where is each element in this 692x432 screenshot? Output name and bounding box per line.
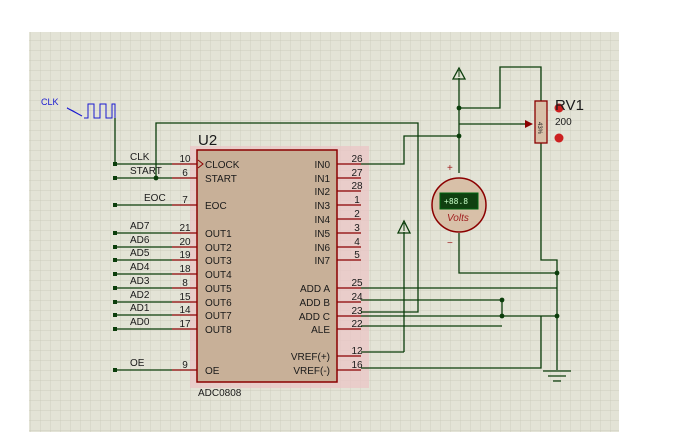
pin-number: 14	[179, 305, 191, 316]
pin-name: OUT4	[205, 270, 232, 281]
pin-name: OUT7	[205, 311, 232, 322]
net-label-oe: OE	[130, 358, 145, 369]
pin-name: EOC	[205, 201, 227, 212]
schematic-canvas: U2 ADC0808 CLOCK10START6EOC7OUT121OUT220…	[29, 32, 619, 432]
pin-number: 1	[354, 195, 360, 206]
pin-number: 22	[351, 319, 363, 330]
pot-decrease-button[interactable]	[554, 133, 564, 143]
pot-wiper-percent: 43%	[536, 122, 542, 135]
voltmeter-plus-sign: +	[447, 163, 453, 174]
voltmeter-unit: Volts	[447, 213, 469, 224]
pin-name: IN2	[314, 187, 330, 198]
net-label-ad3: AD3	[130, 276, 150, 287]
pin-name: OUT3	[205, 256, 232, 267]
pin-name: OUT1	[205, 229, 232, 240]
pin-name: ADD C	[299, 312, 330, 323]
pin-number: 7	[182, 195, 188, 206]
pin-number: 10	[179, 154, 191, 165]
net-label-ad6: AD6	[130, 235, 150, 246]
pin-name: IN0	[314, 160, 330, 171]
pin-number: 19	[179, 250, 191, 261]
net-terminal	[113, 272, 117, 276]
pin-number: 24	[351, 292, 363, 303]
net-terminal	[113, 327, 117, 331]
net-label-clk: CLK	[130, 152, 150, 163]
junction-dot	[456, 105, 462, 111]
pin-name: IN6	[314, 243, 330, 254]
net-terminal	[113, 176, 117, 180]
pin-name: OUT6	[205, 298, 232, 309]
net-label-ad5: AD5	[130, 248, 150, 259]
junction-dot	[153, 175, 159, 181]
pin-number: 9	[182, 360, 188, 371]
pin-name: VREF(+)	[291, 352, 330, 363]
net-label-start: START	[130, 166, 162, 177]
net-label-ad4: AD4	[130, 262, 150, 273]
net-terminal	[113, 203, 117, 207]
pin-number: 8	[182, 278, 188, 289]
net-label-eoc: EOC	[144, 193, 166, 204]
pin-number: 6	[182, 168, 188, 179]
pin-number: 2	[354, 209, 360, 220]
pin-name: ADD A	[300, 284, 330, 295]
pin-name: ALE	[311, 325, 330, 336]
net-terminal	[113, 286, 117, 290]
pin-name: OUT2	[205, 243, 232, 254]
pin-name: START	[205, 174, 237, 185]
net-label-ad2: AD2	[130, 290, 150, 301]
net-label-ad0: AD0	[130, 317, 150, 328]
clock-source-label: CLK	[41, 97, 59, 107]
pin-name: ADD B	[299, 298, 330, 309]
pin-name: IN4	[314, 215, 330, 226]
junction-dot	[554, 270, 560, 276]
net-terminal	[113, 300, 117, 304]
voltmeter-minus-sign: −	[447, 238, 453, 249]
pin-number: 18	[179, 264, 191, 275]
pin-number: 15	[179, 292, 191, 303]
pin-number: 17	[179, 319, 191, 330]
pin-name: IN5	[314, 229, 330, 240]
pin-number: 4	[354, 237, 360, 248]
pin-number: 20	[179, 237, 191, 248]
pot-value-label: 200	[555, 117, 572, 128]
voltmeter-reading: +88.8	[444, 197, 468, 206]
pin-name: OUT5	[205, 284, 232, 295]
pin-number: 3	[354, 223, 360, 234]
junction-dot	[499, 313, 505, 319]
pin-name: IN3	[314, 201, 330, 212]
chip-ref-label: U2	[198, 132, 217, 149]
pin-name: OUT8	[205, 325, 232, 336]
net-terminal	[113, 231, 117, 235]
pin-name: IN1	[314, 174, 330, 185]
net-terminal	[113, 313, 117, 317]
pin-number: 21	[179, 223, 191, 234]
pin-name: IN7	[314, 256, 330, 267]
pin-number: 28	[351, 181, 363, 192]
pin-number: 27	[351, 168, 363, 179]
junction-dot	[499, 297, 505, 303]
chip-part-label: ADC0808	[198, 388, 242, 399]
pin-name: OE	[205, 366, 220, 377]
net-label-ad7: AD7	[130, 221, 150, 232]
pin-name: VREF(-)	[293, 366, 330, 377]
pin-number: 16	[351, 360, 363, 371]
pin-number: 5	[354, 250, 360, 261]
net-terminal	[113, 245, 117, 249]
junction-dot	[456, 133, 462, 139]
pot-ref-label: RV1	[555, 97, 584, 114]
net-terminal	[113, 368, 117, 372]
net-terminal	[113, 258, 117, 262]
net-label-ad1: AD1	[130, 303, 150, 314]
pin-name: CLOCK	[205, 160, 240, 171]
junction-dot	[554, 313, 560, 319]
